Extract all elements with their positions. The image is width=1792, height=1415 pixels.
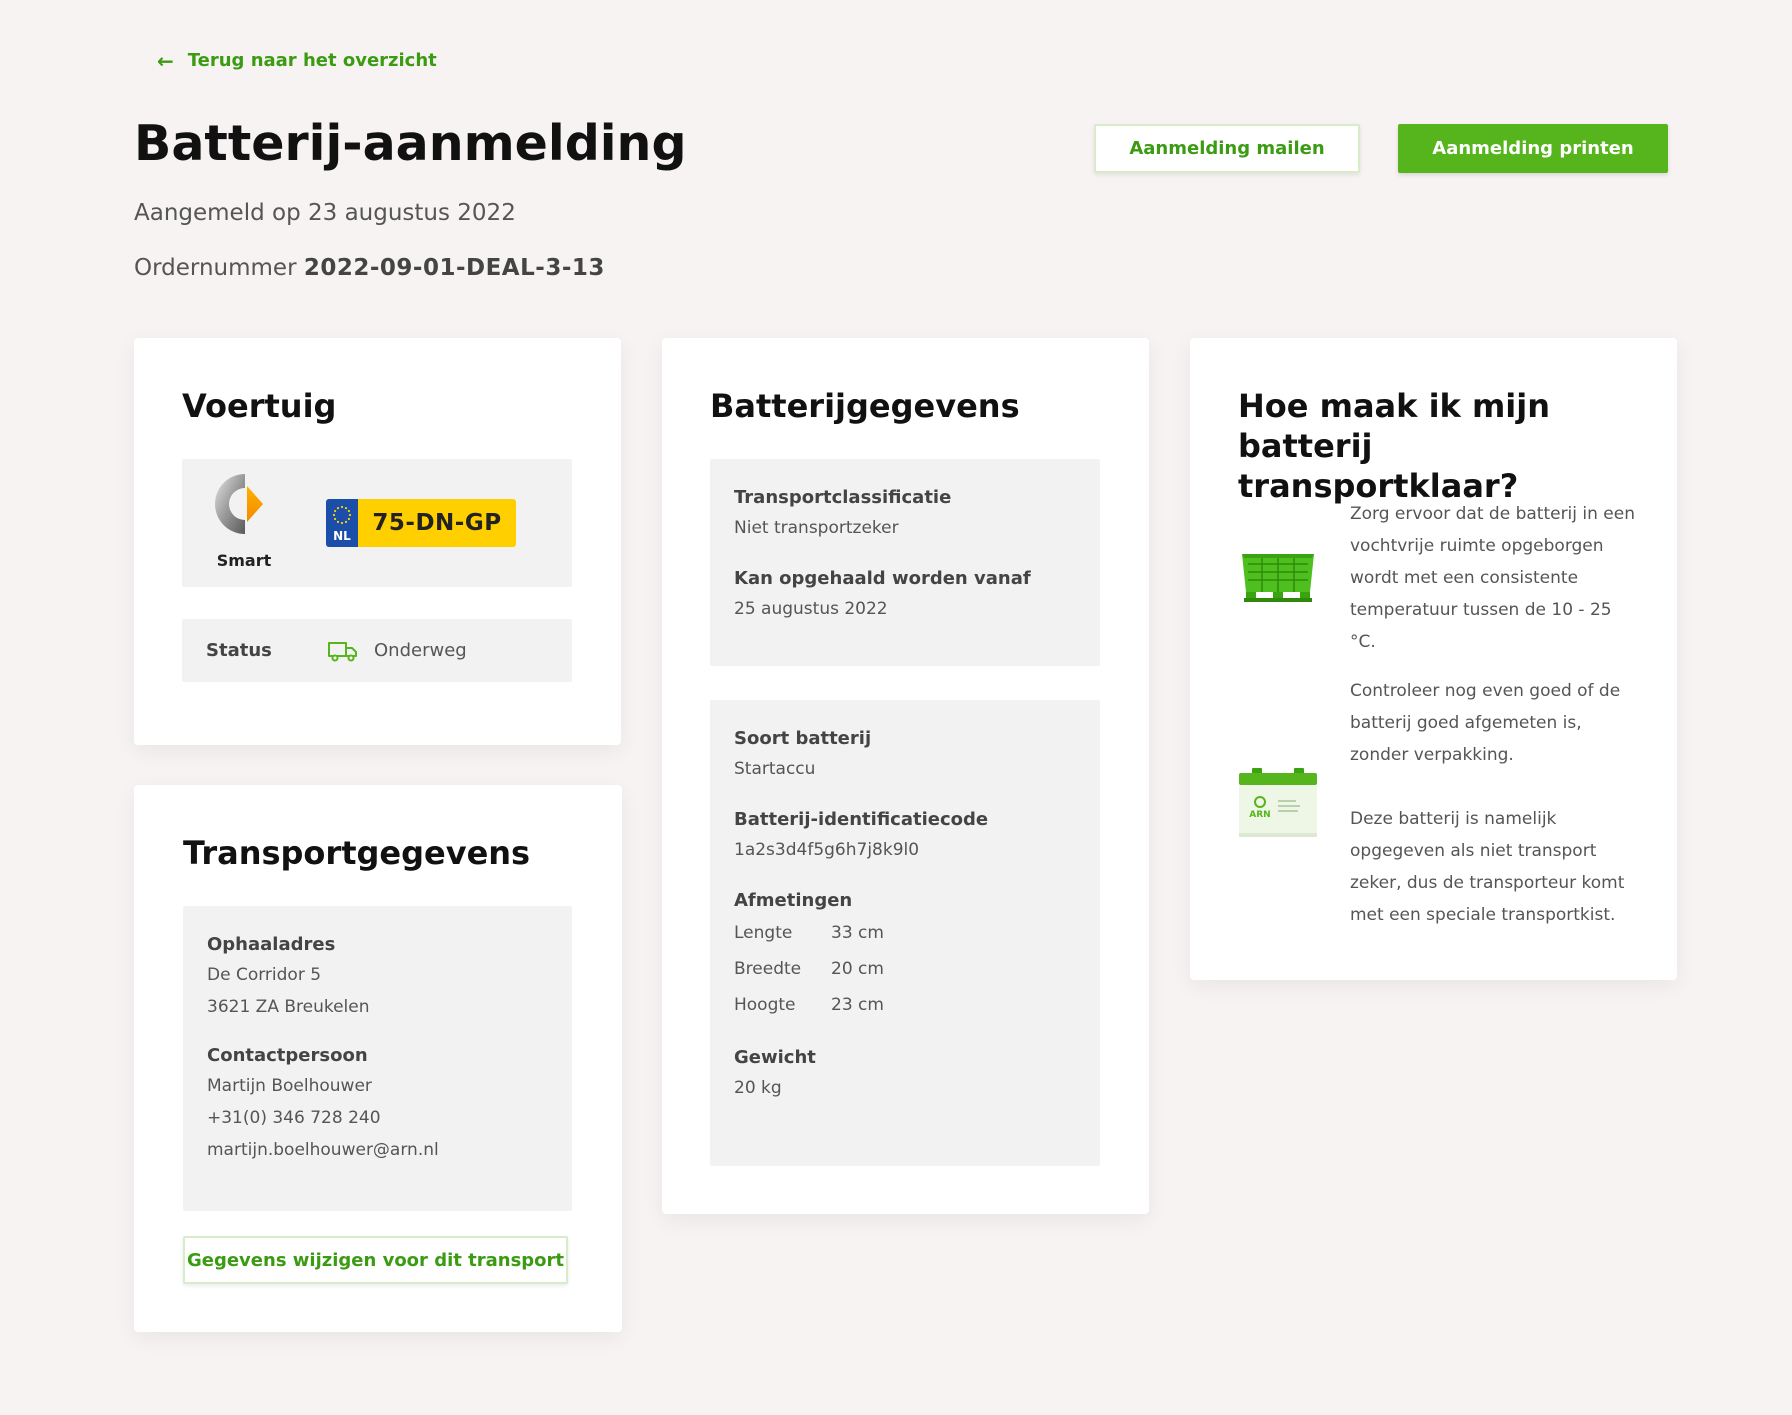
contact-name: Martijn Boelhouwer xyxy=(207,1076,372,1096)
back-link[interactable]: ← Terug naar het overzicht xyxy=(157,50,437,71)
transport-panel: Ophaaladres De Corridor 5 3621 ZA Breuke… xyxy=(183,906,572,1211)
vehicle-card: Voertuig Smart NL 75-DN-GP Status Onderw… xyxy=(134,338,621,745)
classification-block: Transportclassificatie Niet transportzek… xyxy=(734,487,1076,544)
help-title: Hoe maak ik mijn batterij transportklaar… xyxy=(1238,387,1551,505)
battery-details-panel: Soort batterij Startaccu Batterij-identi… xyxy=(710,700,1100,1166)
vehicle-panel: Smart NL 75-DN-GP xyxy=(182,459,572,587)
dimension-label: Lengte xyxy=(734,923,793,943)
dimension-label: Breedte xyxy=(734,959,802,979)
help-item-storage: Zorg ervoor dat de batterij in een vocht… xyxy=(1238,498,1638,658)
contact-phone: +31(0) 346 728 240 xyxy=(207,1108,381,1128)
header-actions: Aanmelding mailen Aanmelding printen xyxy=(1094,124,1668,173)
plate-country: NL xyxy=(333,529,351,543)
address-line1: De Corridor 5 xyxy=(207,965,322,985)
weight-value: 20 kg xyxy=(734,1078,782,1098)
page-title: Batterij-aanmelding xyxy=(134,115,687,172)
brand-name: Smart xyxy=(216,551,272,570)
type-value: Startaccu xyxy=(734,759,816,779)
page: ← Terug naar het overzicht Batterij-aanm… xyxy=(134,0,1678,1415)
address-block: Ophaaladres De Corridor 5 3621 ZA Breuke… xyxy=(207,934,548,1023)
order-number: 2022-09-01-DEAL-3-13 xyxy=(303,255,605,281)
help-item-measure: ARN Controleer nog even goed of de batte… xyxy=(1238,675,1638,931)
weight-label: Gewicht xyxy=(734,1047,816,1068)
pickup-label: Kan opgehaald worden vanaf xyxy=(734,568,1031,589)
vehicle-title: Voertuig xyxy=(182,387,337,425)
id-block: Batterij-identificatiecode 1a2s3d4f5g6h7… xyxy=(734,809,1076,866)
dimension-row: Breedte 20 cm xyxy=(734,951,1076,987)
help-paragraph: Deze batterij is namelijk opgegeven als … xyxy=(1350,809,1625,925)
smart-logo-icon xyxy=(215,474,263,534)
dimensions-block: Afmetingen Lengte 33 cm Breedte 20 cm Ho… xyxy=(734,890,1076,1023)
dimensions-label: Afmetingen xyxy=(734,890,853,911)
dimension-value: 33 cm xyxy=(831,923,884,943)
print-button[interactable]: Aanmelding printen xyxy=(1398,124,1668,173)
plate-number: 75-DN-GP xyxy=(372,510,502,536)
status-value: Onderweg xyxy=(374,639,467,661)
transport-title: Transportgegevens xyxy=(183,834,531,872)
edit-transport-button[interactable]: Gegevens wijzigen voor dit transport xyxy=(183,1236,568,1284)
order-row: Ordernummer 2022-09-01-DEAL-3-13 xyxy=(134,255,605,281)
weight-block: Gewicht 20 kg xyxy=(734,1047,1076,1104)
battery-brand-label: ARN xyxy=(1249,810,1270,820)
license-plate: NL 75-DN-GP xyxy=(326,499,516,547)
mail-button[interactable]: Aanmelding mailen xyxy=(1094,124,1360,173)
submitted-date: Aangemeld op 23 augustus 2022 xyxy=(134,200,516,226)
transport-card: Transportgegevens Ophaaladres De Corrido… xyxy=(134,785,622,1332)
back-link-label: Terug naar het overzicht xyxy=(187,50,437,71)
battery-classification-panel: Transportclassificatie Niet transportzek… xyxy=(710,459,1100,666)
type-block: Soort batterij Startaccu xyxy=(734,728,1076,785)
status-label: Status xyxy=(206,640,272,661)
dimension-row: Lengte 33 cm xyxy=(734,915,1076,951)
classification-label: Transportclassificatie xyxy=(734,487,952,508)
pickup-value: 25 augustus 2022 xyxy=(734,599,888,619)
pickup-block: Kan opgehaald worden vanaf 25 augustus 2… xyxy=(734,568,1076,625)
status-panel: Status Onderweg xyxy=(182,619,572,682)
help-paragraph: Controleer nog even goed of de batterij … xyxy=(1350,681,1621,765)
contact-block: Contactpersoon Martijn Boelhouwer +31(0)… xyxy=(207,1045,548,1166)
battery-icon: ARN xyxy=(1239,768,1317,837)
address-label: Ophaaladres xyxy=(207,934,336,955)
arrow-left-icon: ← xyxy=(157,48,174,73)
plate-eu-band: NL xyxy=(326,499,358,547)
dimension-value: 23 cm xyxy=(831,995,884,1015)
battery-card: Batterijgegevens Transportclassificatie … xyxy=(662,338,1149,1214)
order-label: Ordernummer xyxy=(134,255,297,281)
type-label: Soort batterij xyxy=(734,728,872,749)
id-value: 1a2s3d4f5g6h7j8k9l0 xyxy=(734,840,920,860)
classification-value: Niet transportzeker xyxy=(734,518,899,538)
help-text-storage: Zorg ervoor dat de batterij in een vocht… xyxy=(1350,498,1638,658)
help-card: Hoe maak ik mijn batterij transportklaar… xyxy=(1190,338,1677,980)
eu-stars-icon xyxy=(332,505,352,525)
dimension-label: Hoogte xyxy=(734,995,796,1015)
help-text-measure: Controleer nog even goed of de batterij … xyxy=(1350,675,1638,931)
address-line2: 3621 ZA Breukelen xyxy=(207,997,370,1017)
crate-icon xyxy=(1242,554,1314,602)
id-label: Batterij-identificatiecode xyxy=(734,809,989,830)
dimension-value: 20 cm xyxy=(831,959,884,979)
battery-title: Batterijgegevens xyxy=(710,387,1020,425)
dimension-row: Hoogte 23 cm xyxy=(734,987,1076,1023)
contact-email: martijn.boelhouwer@arn.nl xyxy=(207,1140,439,1160)
contact-label: Contactpersoon xyxy=(207,1045,368,1066)
truck-icon xyxy=(328,641,357,661)
help-paragraph: Zorg ervoor dat de batterij in een vocht… xyxy=(1350,504,1635,652)
